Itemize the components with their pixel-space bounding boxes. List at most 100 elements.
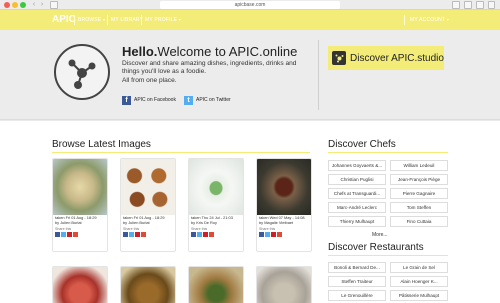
chevron-down-icon: ▾ xyxy=(178,17,182,22)
twitter-share-icon[interactable] xyxy=(61,232,66,238)
facebook-share-icon[interactable] xyxy=(55,232,60,238)
hero-divider xyxy=(318,40,319,110)
user-avatar[interactable] xyxy=(54,44,110,100)
site-logo[interactable]: APIC xyxy=(52,14,76,25)
discover-restaurants-title: Discover Restaurants xyxy=(328,242,424,253)
nav-divider xyxy=(107,15,108,25)
latest-images-title: Browse Latest Images xyxy=(52,139,151,150)
nav-profile-label: MY PROFILE xyxy=(145,17,178,23)
image-author[interactable]: by Kris De Roy xyxy=(191,220,217,225)
restaurant-link[interactable]: Le Grenouillère xyxy=(328,290,386,301)
chef-link[interactable]: Christian Puglisi xyxy=(328,174,386,185)
pinterest-share-icon[interactable] xyxy=(67,232,72,238)
twitter-share-icon[interactable] xyxy=(129,232,134,238)
more-chefs-link[interactable]: More... xyxy=(372,232,388,238)
facebook-link[interactable]: f APIC on Facebook xyxy=(122,95,176,105)
nav-divider xyxy=(404,15,405,25)
restaurant-link[interactable]: Alain Hoenger K... xyxy=(390,276,448,287)
share-icon[interactable] xyxy=(464,1,472,9)
welcome-body: Discover and share amazing dishes, ingre… xyxy=(122,60,297,76)
sidebar-toggle-icon[interactable] xyxy=(50,1,58,9)
facebook-share-icon[interactable] xyxy=(191,232,196,238)
pinterest-share-icon[interactable] xyxy=(203,232,208,238)
dish-image[interactable] xyxy=(257,159,311,215)
google-share-icon[interactable] xyxy=(209,232,214,238)
welcome-title: Hello.Welcome to APIC.online xyxy=(122,44,297,59)
image-caption: taken Fri 01 Aug - 18:29 by Julien Burlat xyxy=(121,215,175,225)
image-author[interactable]: by Julien Burlat xyxy=(55,220,82,225)
nav-browse-label: BROWSE xyxy=(78,17,102,23)
facebook-icon: f xyxy=(122,95,131,105)
chef-link[interactable]: Tom Steffen xyxy=(390,202,448,213)
image-card[interactable]: taken Fri 01 Aug - 18:29 by Julien Burlat… xyxy=(120,158,176,252)
image-card[interactable] xyxy=(256,266,312,303)
image-caption: taken Fri 01 Aug - 18:29 by Julien Burlat xyxy=(53,215,107,225)
image-card[interactable]: taken Fri 01 Aug - 18:29 by Julien Burlat… xyxy=(52,158,108,252)
back-icon[interactable]: ‹ xyxy=(30,1,38,9)
download-icon[interactable] xyxy=(452,1,460,9)
welcome-description: Discover and share amazing dishes, ingre… xyxy=(122,60,310,85)
twitter-icon: t xyxy=(184,95,193,105)
image-card[interactable] xyxy=(52,266,108,303)
restaurant-link[interactable]: Pâtisserie Mulhaupt xyxy=(390,290,448,301)
section-underline xyxy=(328,152,448,153)
nav-divider xyxy=(141,15,142,25)
studio-icon xyxy=(332,51,346,65)
image-author[interactable]: by Magalie Vietbaet xyxy=(259,220,293,225)
hello-text: Hello. xyxy=(122,44,158,59)
restaurant-link[interactable]: Bonoli & Bernard De... xyxy=(328,262,386,273)
twitter-share-icon[interactable] xyxy=(265,232,270,238)
maximize-window-button[interactable] xyxy=(20,2,26,8)
image-caption: taken Wed 07 May - 14:08 by Magalie Vietb… xyxy=(257,215,311,225)
chef-link[interactable]: Jean-François Piège xyxy=(390,174,448,185)
discover-studio-button[interactable]: Discover APIC.studio xyxy=(328,46,444,70)
discover-chefs-title: Discover Chefs xyxy=(328,139,396,150)
google-share-icon[interactable] xyxy=(141,232,146,238)
section-underline xyxy=(328,255,448,256)
pinterest-share-icon[interactable] xyxy=(135,232,140,238)
restaurant-link[interactable]: Le Grain de Sel xyxy=(390,262,448,273)
image-card[interactable] xyxy=(188,266,244,303)
facebook-share-icon[interactable] xyxy=(123,232,128,238)
address-bar[interactable]: apicbase.com xyxy=(160,1,340,9)
new-tab-icon[interactable] xyxy=(488,1,495,9)
chef-link[interactable]: Johannes Goyvaerts &... xyxy=(328,160,386,171)
close-window-button[interactable] xyxy=(4,2,10,8)
twitter-link[interactable]: t APIC on Twitter xyxy=(184,95,231,105)
chef-link[interactable]: Pierre Gagnaire xyxy=(390,188,448,199)
facebook-link-label: APIC on Facebook xyxy=(134,97,176,103)
nav-my-library[interactable]: MY LIBRARY xyxy=(111,17,143,23)
image-card[interactable]: taken Wed 07 May - 14:08 by Magalie Vietb… xyxy=(256,158,312,252)
tabs-overview-icon[interactable] xyxy=(476,1,484,9)
forward-icon[interactable]: › xyxy=(38,1,46,9)
restaurant-link[interactable]: Steffen Traiteur xyxy=(328,276,386,287)
chevron-down-icon: ▾ xyxy=(103,17,106,22)
nav-my-profile[interactable]: MY PROFILE ▾ xyxy=(145,17,181,23)
browser-toolbar: ‹ › apicbase.com xyxy=(0,0,500,10)
chef-link[interactable]: Chefs at Transguardi... xyxy=(328,188,386,199)
google-share-icon[interactable] xyxy=(277,232,282,238)
twitter-share-icon[interactable] xyxy=(197,232,202,238)
facebook-share-icon[interactable] xyxy=(259,232,264,238)
site-navbar: APIC BROWSE ▾ MY LIBRARY MY PROFILE ▾ MY… xyxy=(0,10,500,30)
chef-link[interactable]: Marc-André Leclerc xyxy=(328,202,386,213)
chef-link[interactable]: Fino Cuttaia xyxy=(390,216,448,227)
nav-my-account[interactable]: MY ACCOUNT ▾ xyxy=(410,17,449,23)
image-author[interactable]: by Julien Burlat xyxy=(123,220,150,225)
image-caption: taken Thu 24 Jul - 21:03 by Kris De Roy xyxy=(189,215,243,225)
google-share-icon[interactable] xyxy=(73,232,78,238)
molecule-icon xyxy=(68,59,96,89)
dish-image[interactable] xyxy=(53,159,107,215)
twitter-link-label: APIC on Twitter xyxy=(196,97,231,103)
pinterest-share-icon[interactable] xyxy=(271,232,276,238)
welcome-tagline: All from one place. xyxy=(122,76,177,84)
dish-image[interactable] xyxy=(189,159,243,215)
image-card[interactable]: taken Thu 24 Jul - 21:03 by Kris De Roy S… xyxy=(188,158,244,252)
image-card[interactable] xyxy=(120,266,176,303)
nav-browse[interactable]: BROWSE ▾ xyxy=(78,17,105,23)
chef-link[interactable]: Thierry Mulhaupt xyxy=(328,216,386,227)
chevron-down-icon: ▾ xyxy=(446,17,449,22)
dish-image[interactable] xyxy=(121,159,175,215)
minimize-window-button[interactable] xyxy=(12,2,18,8)
chef-link[interactable]: William Ledeuil xyxy=(390,160,448,171)
